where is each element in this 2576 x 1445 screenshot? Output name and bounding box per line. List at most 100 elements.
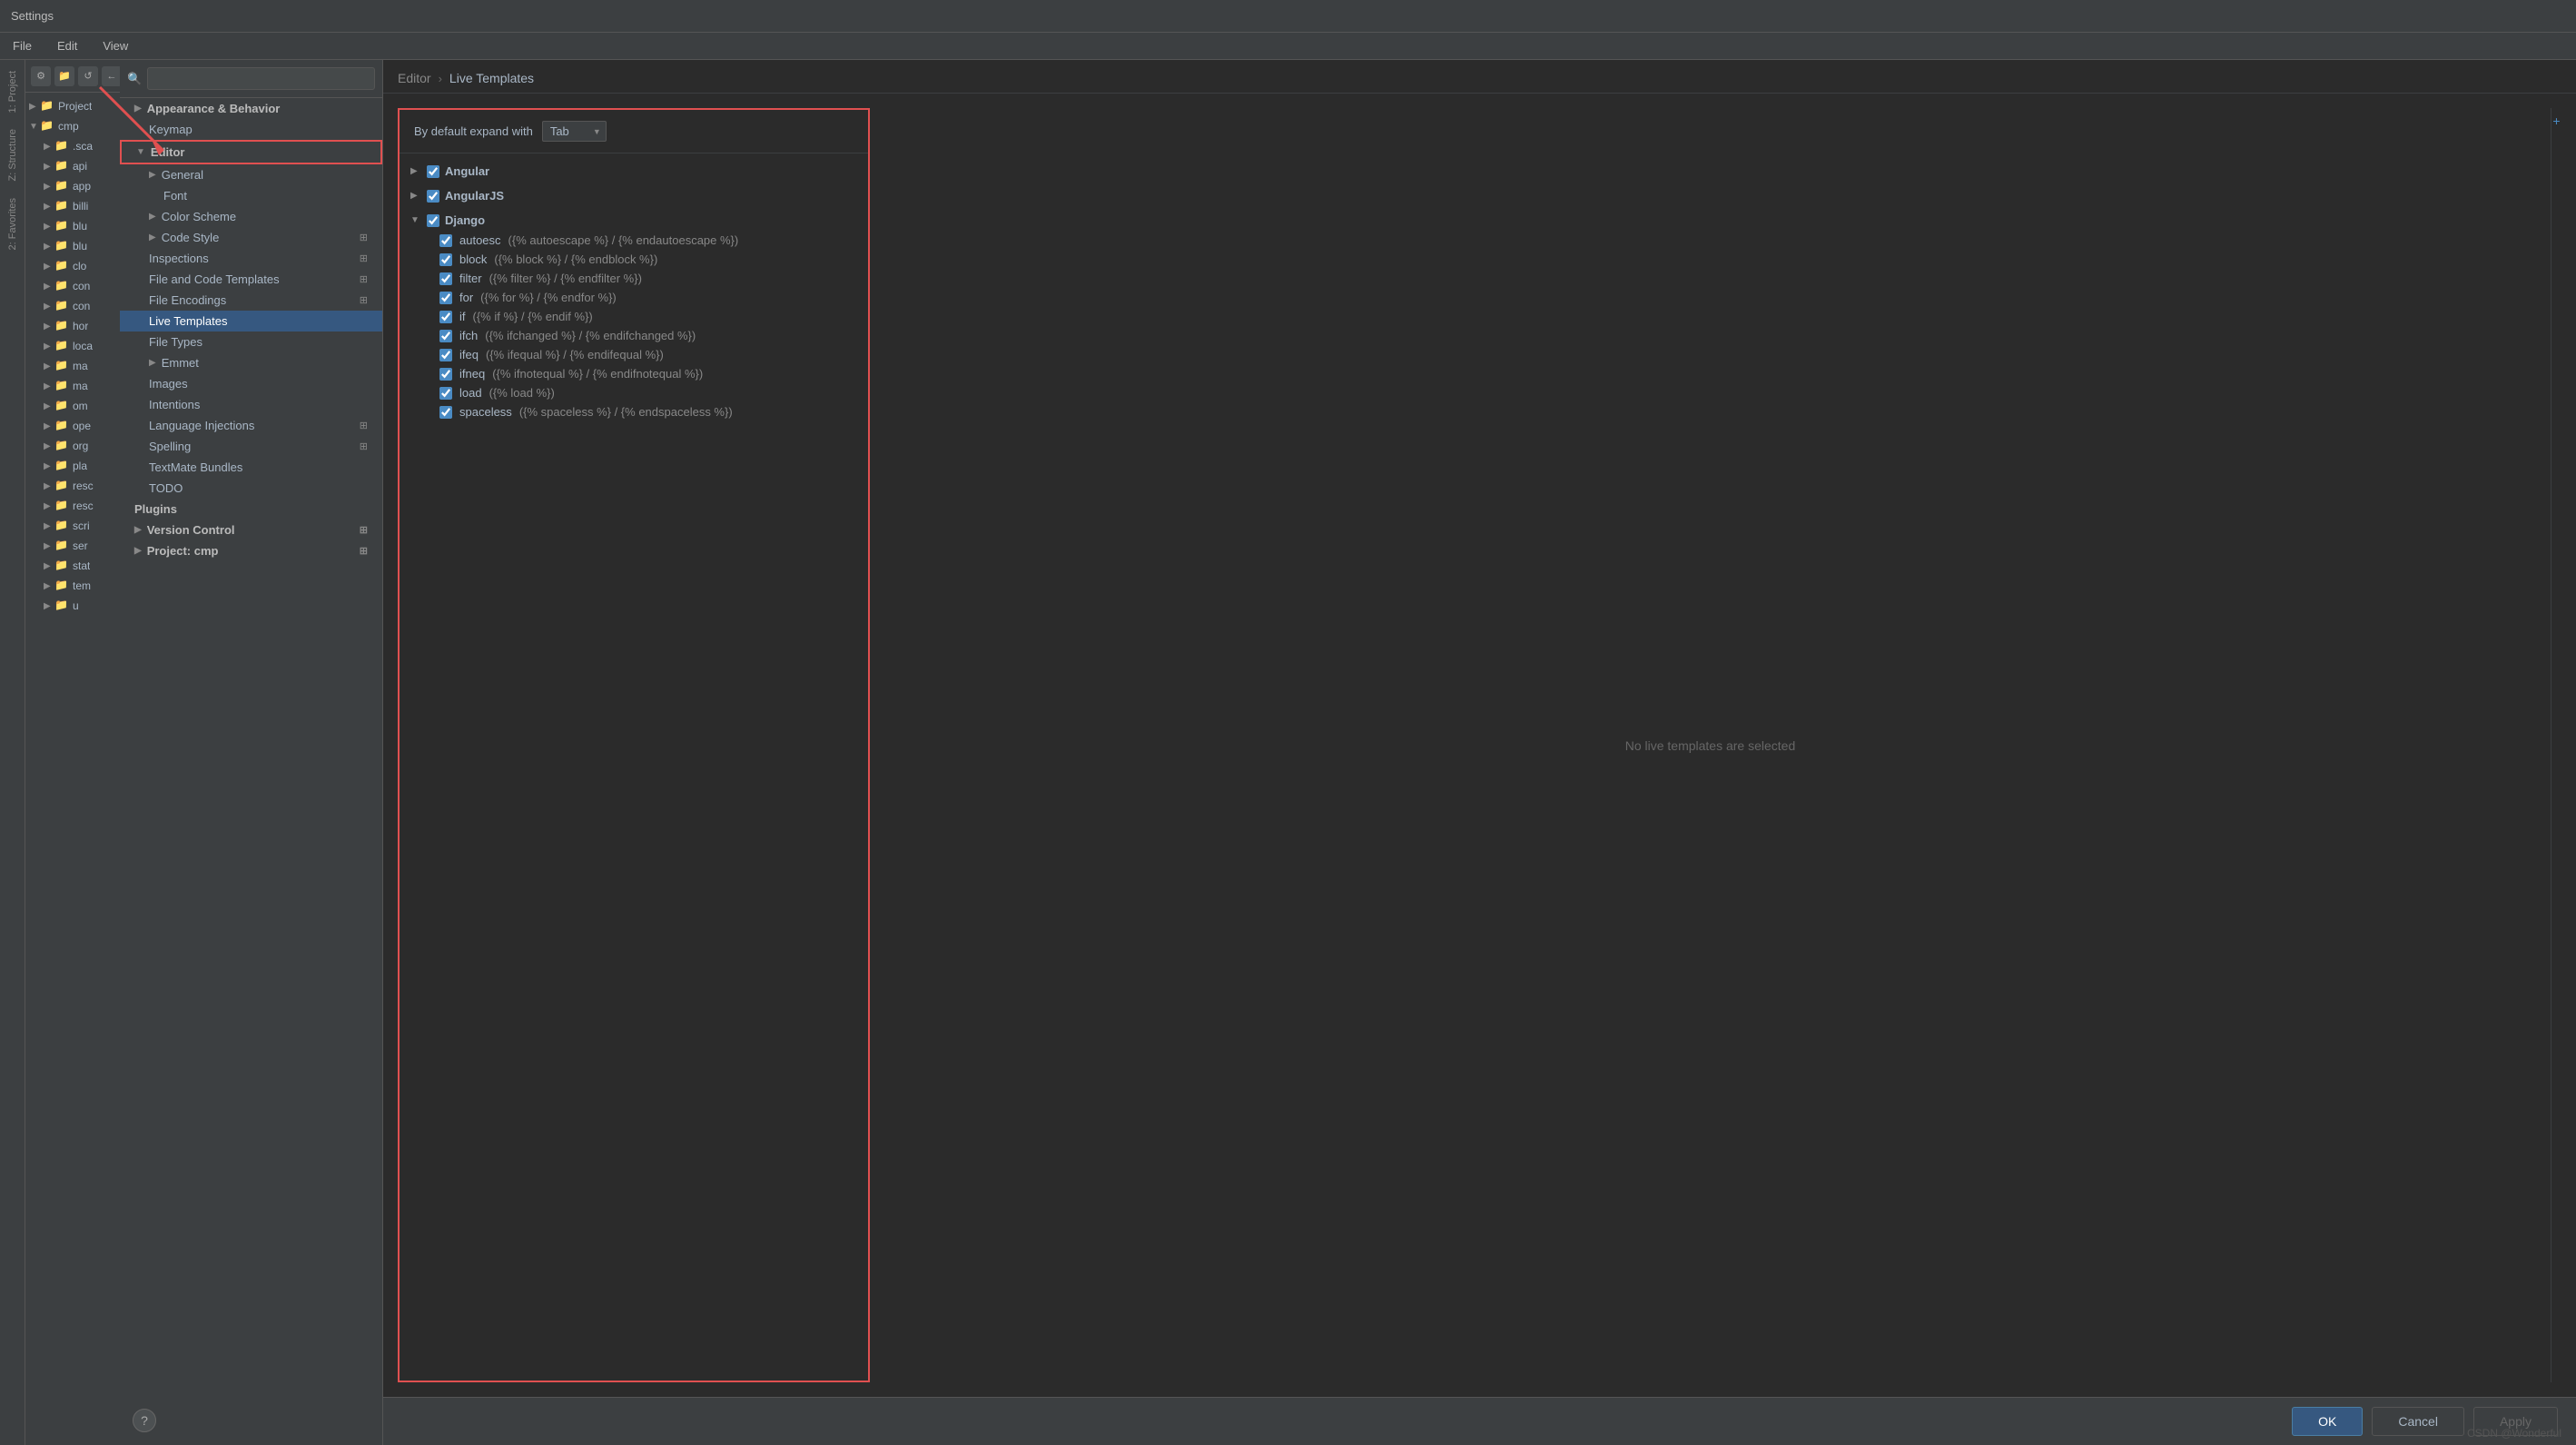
help-button[interactable]: ?: [133, 1409, 156, 1432]
angularjs-arrow-icon: ▶: [410, 191, 421, 201]
general-label: General: [162, 168, 203, 182]
nav-item-general[interactable]: ▶ General: [120, 164, 382, 185]
nav-item-languageinjections[interactable]: Language Injections ⊞: [120, 415, 382, 436]
menu-file[interactable]: File: [7, 37, 37, 54]
template-item-autoesc[interactable]: autoesc ({% autoescape %} / {% endautoes…: [400, 231, 868, 250]
expand-select-wrapper: Tab Enter Space: [542, 121, 607, 142]
nav-item-filecodetemplates[interactable]: File and Code Templates ⊞: [120, 269, 382, 290]
load-desc: ({% load %}): [489, 386, 555, 400]
expand-select[interactable]: Tab Enter Space: [542, 121, 607, 142]
nav-section-plugins[interactable]: Plugins: [120, 499, 382, 520]
sidebar-icon-3[interactable]: ↺: [78, 66, 98, 86]
dialog-footer: OK Cancel Apply: [383, 1397, 2576, 1445]
nav-section-project[interactable]: ▶ Project: cmp ⊞: [120, 540, 382, 561]
block-desc: ({% block %} / {% endblock %}): [494, 252, 657, 266]
ifneq-checkbox[interactable]: [439, 368, 452, 381]
sidebar-icon-2[interactable]: 📁: [54, 66, 74, 86]
template-item-ifch[interactable]: ifch ({% ifchanged %} / {% endifchanged …: [400, 326, 868, 345]
group-angularjs: ▶ AngularJS: [400, 185, 868, 206]
template-item-ifneq[interactable]: ifneq ({% ifnotequal %} / {% endifnotequ…: [400, 364, 868, 383]
angular-checkbox[interactable]: [427, 165, 439, 178]
expand-row: By default expand with Tab Enter Space: [400, 110, 868, 153]
colorscheme-arrow-icon: ▶: [149, 212, 156, 222]
template-item-if[interactable]: if ({% if %} / {% endif %}): [400, 307, 868, 326]
tab-favorites[interactable]: 2: Favorites: [4, 191, 22, 257]
nav-item-livetemplates[interactable]: Live Templates: [120, 311, 382, 332]
nav-item-emmet[interactable]: ▶ Emmet: [120, 352, 382, 373]
if-checkbox[interactable]: [439, 311, 452, 323]
nav-item-spelling[interactable]: Spelling ⊞: [120, 436, 382, 457]
menu-edit[interactable]: Edit: [52, 37, 83, 54]
ifch-checkbox[interactable]: [439, 330, 452, 342]
nav-item-codestyle[interactable]: ▶ Code Style ⊞: [120, 227, 382, 248]
settings-search-input[interactable]: [147, 67, 375, 90]
window-title: Settings: [11, 9, 54, 23]
group-header-angularjs[interactable]: ▶ AngularJS: [400, 185, 868, 206]
search-icon: 🔍: [127, 72, 142, 86]
nav-section-editor[interactable]: ▼ Editor: [120, 140, 382, 164]
django-checkbox[interactable]: [427, 214, 439, 227]
autoesc-checkbox[interactable]: [439, 234, 452, 247]
menu-view[interactable]: View: [97, 37, 133, 54]
versioncontrol-icon: ⊞: [360, 524, 368, 536]
group-angular: ▶ Angular: [400, 161, 868, 182]
block-checkbox[interactable]: [439, 253, 452, 266]
settings-search-area: 🔍: [120, 60, 382, 98]
tab-project[interactable]: 1: Project: [4, 64, 22, 120]
group-header-django[interactable]: ▼ Django: [400, 210, 868, 231]
angularjs-checkbox[interactable]: [427, 190, 439, 203]
ok-button[interactable]: OK: [2292, 1407, 2363, 1436]
nav-item-textmatebundles[interactable]: TextMate Bundles: [120, 457, 382, 478]
nav-item-fileencodings[interactable]: File Encodings ⊞: [120, 290, 382, 311]
block-name: block: [459, 252, 487, 266]
breadcrumb-current: Live Templates: [449, 71, 534, 85]
filter-checkbox[interactable]: [439, 272, 452, 285]
project-arrow-icon: ▶: [134, 546, 142, 556]
tab-structure[interactable]: Z: Structure: [4, 122, 22, 188]
nav-item-images[interactable]: Images: [120, 373, 382, 394]
sidebar-icon-1[interactable]: ⚙: [31, 66, 51, 86]
for-checkbox[interactable]: [439, 292, 452, 304]
spelling-icon: ⊞: [360, 440, 368, 452]
nav-item-filetypes[interactable]: File Types: [120, 332, 382, 352]
nav-item-colorscheme[interactable]: ▶ Color Scheme: [120, 206, 382, 227]
nav-item-intentions[interactable]: Intentions: [120, 394, 382, 415]
appearance-label: Appearance & Behavior: [147, 102, 281, 115]
autoesc-desc: ({% autoescape %} / {% endautoescape %}): [508, 233, 739, 247]
settings-nav-tree: ▶ Appearance & Behavior Keymap ▼ Editor: [120, 98, 382, 1445]
template-item-ifeq[interactable]: ifeq ({% ifequal %} / {% endifequal %}): [400, 345, 868, 364]
load-checkbox[interactable]: [439, 387, 452, 400]
template-item-filter[interactable]: filter ({% filter %} / {% endfilter %}): [400, 269, 868, 288]
template-item-load[interactable]: load ({% load %}): [400, 383, 868, 402]
editor-label: Editor: [151, 145, 185, 159]
menu-bar: File Edit View: [0, 33, 2576, 60]
plugins-label: Plugins: [134, 502, 177, 516]
filter-desc: ({% filter %} / {% endfilter %}): [489, 272, 642, 285]
group-header-angular[interactable]: ▶ Angular: [400, 161, 868, 182]
cancel-button[interactable]: Cancel: [2372, 1407, 2464, 1436]
nav-section-versioncontrol[interactable]: ▶ Version Control ⊞: [120, 520, 382, 540]
ifeq-checkbox[interactable]: [439, 349, 452, 361]
template-item-block[interactable]: block ({% block %} / {% endblock %}): [400, 250, 868, 269]
sidebar-icon-4[interactable]: ←: [102, 66, 122, 86]
nav-item-font[interactable]: Font: [120, 185, 382, 206]
add-template-button[interactable]: +: [2552, 114, 2560, 128]
ifeq-desc: ({% ifequal %} / {% endifequal %}): [486, 348, 664, 361]
nav-item-keymap[interactable]: Keymap: [120, 119, 382, 140]
template-item-for[interactable]: for ({% for %} / {% endfor %}): [400, 288, 868, 307]
breadcrumb-separator: ›: [439, 72, 442, 85]
languageinjections-label: Language Injections: [149, 419, 254, 432]
nav-item-inspections[interactable]: Inspections ⊞: [120, 248, 382, 269]
template-item-spaceless[interactable]: spaceless ({% spaceless %} / {% endspace…: [400, 402, 868, 421]
main-layout: 1: Project Z: Structure 2: Favorites ⚙ 📁…: [0, 60, 2576, 1445]
settings-content: Editor › Live Templates By default expan…: [383, 60, 2576, 1445]
spaceless-checkbox[interactable]: [439, 406, 452, 419]
nav-item-todo[interactable]: TODO: [120, 478, 382, 499]
font-label: Font: [163, 189, 187, 203]
images-label: Images: [149, 377, 188, 391]
editor-arrow-icon: ▼: [136, 147, 145, 157]
nav-section-appearance[interactable]: ▶ Appearance & Behavior: [120, 98, 382, 119]
right-scrollbar: +: [2551, 108, 2561, 1382]
spaceless-desc: ({% spaceless %} / {% endspaceless %}): [519, 405, 733, 419]
emmet-arrow-icon: ▶: [149, 358, 156, 368]
